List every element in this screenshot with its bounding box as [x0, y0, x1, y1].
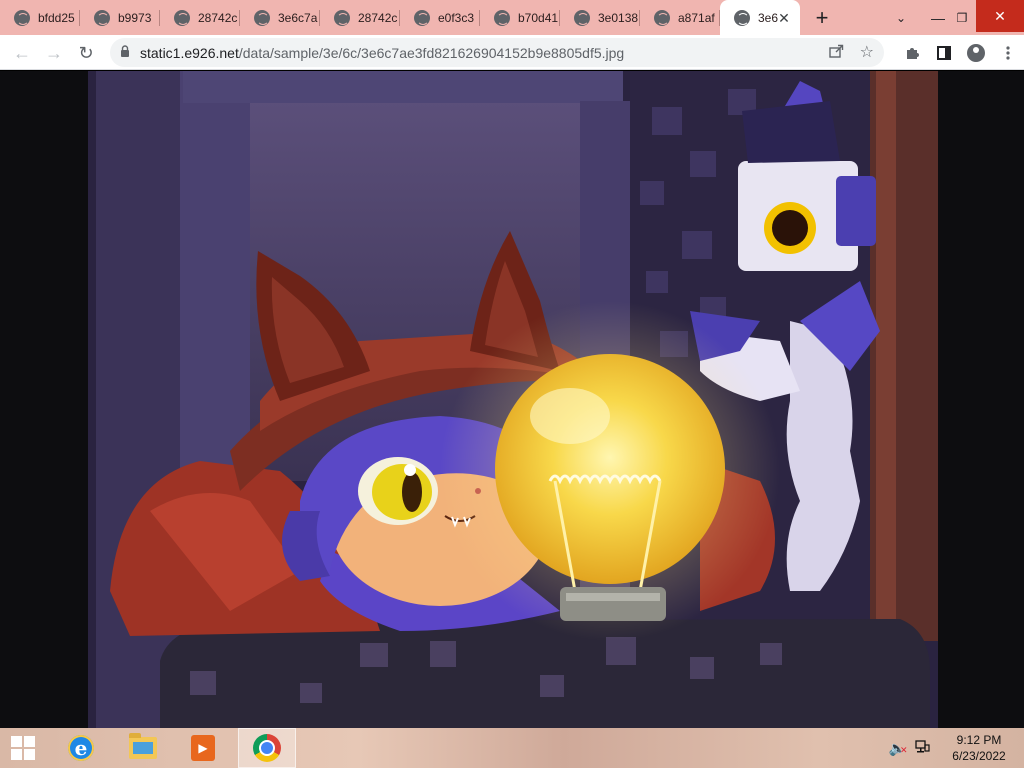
windows-logo-icon [11, 736, 35, 760]
lock-icon[interactable] [120, 45, 130, 60]
image-viewer [0, 71, 1024, 728]
forward-arrow-icon: → [45, 42, 63, 63]
tab[interactable]: e0f3c3 [400, 0, 480, 35]
internet-explorer-icon[interactable]: e [58, 728, 104, 768]
chrome-icon[interactable] [238, 728, 296, 768]
system-tray: 🔈✕ 9:12 PM 6/23/2022 [886, 728, 1024, 768]
start-button[interactable] [0, 728, 46, 768]
close-window-button[interactable]: ✕ [976, 0, 1024, 32]
globe-icon [494, 9, 510, 26]
back-arrow-icon: ← [13, 42, 31, 63]
file-explorer-icon[interactable] [120, 728, 166, 768]
tab[interactable]: 3e0138 [560, 0, 640, 35]
tab-strip: bfdd25 b9973 28742c 3e6c7a 28742c e0f3c3 b70d4… [0, 0, 1024, 35]
minimize-button[interactable]: — [924, 0, 952, 35]
globe-icon [334, 9, 350, 26]
tab-label: 3e6c7a [278, 10, 318, 25]
url-host: static1.e926.net [140, 44, 239, 61]
tab[interactable]: b70d41 [480, 0, 560, 35]
volume-muted-icon[interactable]: 🔈✕ [886, 740, 910, 757]
windows-taskbar: e ▶ 🔈✕ 9:12 PM 6/23/2022 [0, 728, 1024, 768]
network-icon[interactable] [910, 739, 934, 758]
globe-icon [94, 9, 110, 26]
browser-toolbar: ← → ↻ static1.e926.net/data/sample/3e/6c… [0, 35, 1024, 70]
taskbar-clock[interactable]: 9:12 PM 6/23/2022 [934, 732, 1024, 764]
share-icon[interactable] [828, 43, 844, 63]
tab-label: 3e0138 [598, 10, 638, 25]
tab-label: 28742c [198, 10, 238, 25]
tab-label: b70d41 [518, 10, 558, 25]
reload-button[interactable]: ↻ [70, 37, 102, 69]
tab-label: b9973 [118, 10, 152, 25]
back-button[interactable]: ← [6, 37, 38, 69]
reload-icon: ↻ [78, 42, 94, 63]
tab[interactable]: a871af [640, 0, 720, 35]
profile-icon[interactable] [960, 35, 992, 70]
tab[interactable]: b9973 [80, 0, 160, 35]
side-panel-icon[interactable] [928, 35, 960, 70]
globe-icon [14, 9, 30, 26]
maximize-button[interactable]: ❐ [952, 0, 972, 35]
clock-time: 9:12 PM [956, 733, 1002, 747]
globe-icon [574, 9, 590, 26]
close-tab-icon[interactable]: ✕ [776, 10, 792, 26]
avatar [967, 43, 985, 62]
globe-icon [254, 9, 270, 26]
globe-icon [174, 9, 190, 26]
tab-search-button[interactable]: ⌄ [886, 0, 916, 35]
address-bar[interactable]: static1.e926.net/data/sample/3e/6c/3e6c7… [110, 38, 884, 67]
tab-label: bfdd25 [38, 10, 75, 25]
globe-icon [414, 9, 430, 26]
url-path: /data/sample/3e/6c/3e6c7ae3fd82162690415… [238, 44, 625, 61]
new-tab-button[interactable]: + [804, 0, 840, 35]
puzzle-icon[interactable] [896, 35, 928, 70]
tab[interactable]: 28742c [320, 0, 400, 35]
tab-label: e0f3c3 [438, 10, 475, 25]
artwork-image[interactable] [0, 71, 1024, 728]
kebab-menu-icon[interactable] [992, 35, 1024, 70]
globe-icon [734, 9, 750, 26]
media-player-icon[interactable]: ▶ [180, 728, 226, 768]
tab[interactable]: bfdd25 [0, 0, 80, 35]
tab[interactable]: 28742c [160, 0, 240, 35]
tab-label: a871af [678, 10, 715, 25]
tab-label: 28742c [358, 10, 398, 25]
tab-active[interactable]: 3e6 ✕ [720, 0, 800, 35]
tab[interactable]: 3e6c7a [240, 0, 320, 35]
star-icon[interactable]: ☆ [860, 42, 874, 62]
globe-icon [654, 9, 670, 26]
forward-button[interactable]: → [38, 37, 70, 69]
toolbar-actions [896, 35, 1024, 70]
clock-date: 6/23/2022 [952, 749, 1006, 763]
url-text[interactable]: static1.e926.net/data/sample/3e/6c/3e6c7… [140, 45, 624, 61]
